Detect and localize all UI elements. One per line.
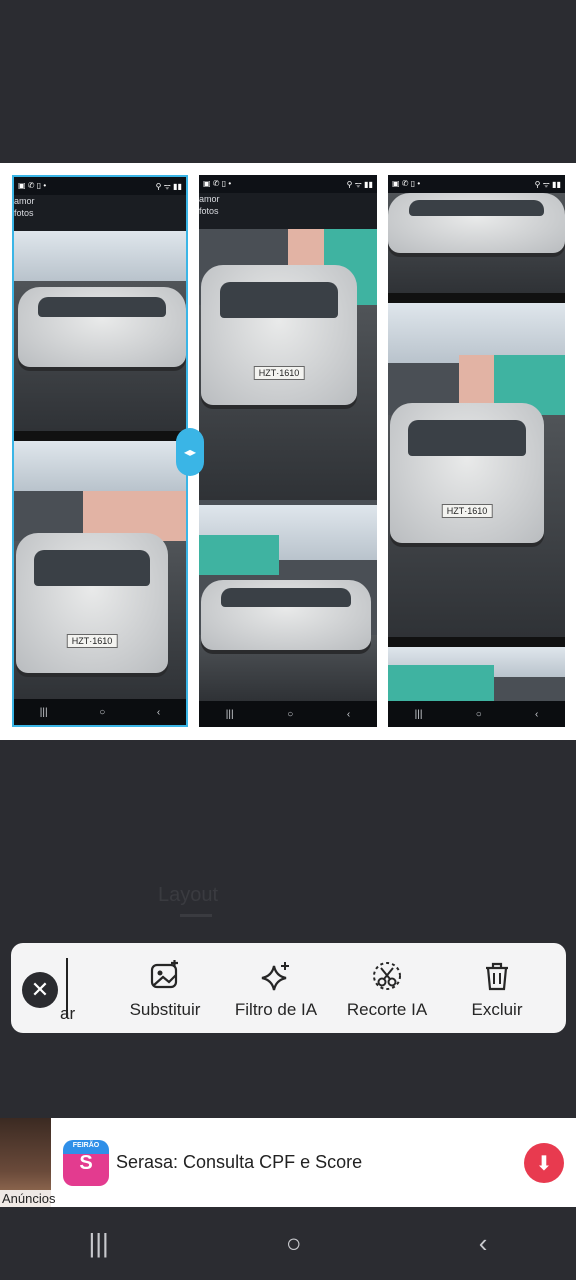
photo-sky — [14, 231, 186, 281]
resize-arrows-icon: ◂▸ — [183, 445, 197, 459]
panel-header: amor fotos — [199, 193, 377, 229]
collage-panel-3[interactable]: ▣ ✆ ▯ • ⚲ ᯤ ▮▮ HZT·1610 ||| ○ ‹ — [388, 175, 565, 727]
collage-panel-2[interactable]: ▣ ✆ ▯ • ⚲ ᯤ ▮▮ amor fotos HZT·1610 ||| ○… — [199, 175, 377, 727]
car-photo: HZT·1610 — [16, 533, 168, 673]
recents-button[interactable]: ||| — [89, 1228, 109, 1259]
download-icon: ⬇ — [535, 1152, 553, 1175]
ad-label: Anúncios — [0, 1190, 58, 1207]
close-toolbar-button[interactable]: ✕ — [22, 972, 58, 1008]
panel-title: amor — [199, 194, 220, 204]
collage-canvas[interactable]: ▣ ✆ ▯ • ⚲ ᯤ ▮▮ amor fotos HZT·1610 ||| ○… — [0, 163, 576, 740]
resize-handle[interactable]: ◂▸ — [176, 428, 204, 476]
panel-header: amor fotos — [14, 195, 186, 231]
tab-layout: Layout — [158, 884, 219, 906]
ad-title: Serasa: Consulta CPF e Score — [116, 1152, 363, 1172]
panel-subtitle: fotos — [14, 208, 34, 218]
panel-status-bar: ▣ ✆ ▯ • ⚲ ᯤ ▮▮ — [199, 175, 377, 193]
panel-nav-bar: ||| ○ ‹ — [14, 699, 186, 725]
replace-image-button[interactable]: Substituir — [110, 958, 220, 1020]
back-button[interactable]: ‹ — [479, 1228, 488, 1259]
trash-icon — [442, 958, 552, 994]
panel-subtitle: fotos — [199, 206, 219, 216]
ad-download-button[interactable]: ⬇ — [524, 1143, 564, 1183]
ad-banner[interactable]: Anúncios FEIRÃO S Serasa: Consulta CPF e… — [0, 1118, 576, 1207]
car-photo — [201, 580, 371, 650]
tab-bar-dimmed: Layout — [0, 880, 576, 917]
sparkle-icon — [221, 958, 331, 994]
ai-filter-button[interactable]: Filtro de IA — [221, 958, 331, 1020]
car-photo: HZT·1610 — [201, 265, 357, 405]
panel-nav-bar: ||| ○ ‹ — [388, 701, 565, 727]
panel-status-bar: ▣ ✆ ▯ • ⚲ ᯤ ▮▮ — [14, 177, 186, 195]
car-photo: HZT·1610 — [390, 403, 544, 543]
panel-status-bar: ▣ ✆ ▯ • ⚲ ᯤ ▮▮ — [388, 175, 565, 193]
delete-button[interactable]: Excluir — [442, 958, 552, 1020]
home-button[interactable]: ○ — [286, 1228, 302, 1259]
replace-image-icon — [110, 958, 220, 994]
close-icon: ✕ — [30, 977, 50, 1002]
car-photo — [388, 193, 565, 253]
panel-title: amor — [14, 196, 35, 206]
system-nav-bar: ||| ○ ‹ — [0, 1207, 576, 1280]
collage-panel-1[interactable]: ▣ ✆ ▯ • ⚲ ᯤ ▮▮ amor fotos HZT·1610 ||| ○… — [12, 175, 188, 727]
car-photo — [18, 287, 186, 367]
panel-nav-bar: ||| ○ ‹ — [199, 701, 377, 727]
ai-cutout-button[interactable]: Recorte IA — [332, 958, 442, 1020]
serasa-app-icon: FEIRÃO S — [63, 1140, 109, 1186]
scissors-icon — [332, 958, 442, 994]
tool-label-partial[interactable]: ar — [60, 1004, 75, 1024]
